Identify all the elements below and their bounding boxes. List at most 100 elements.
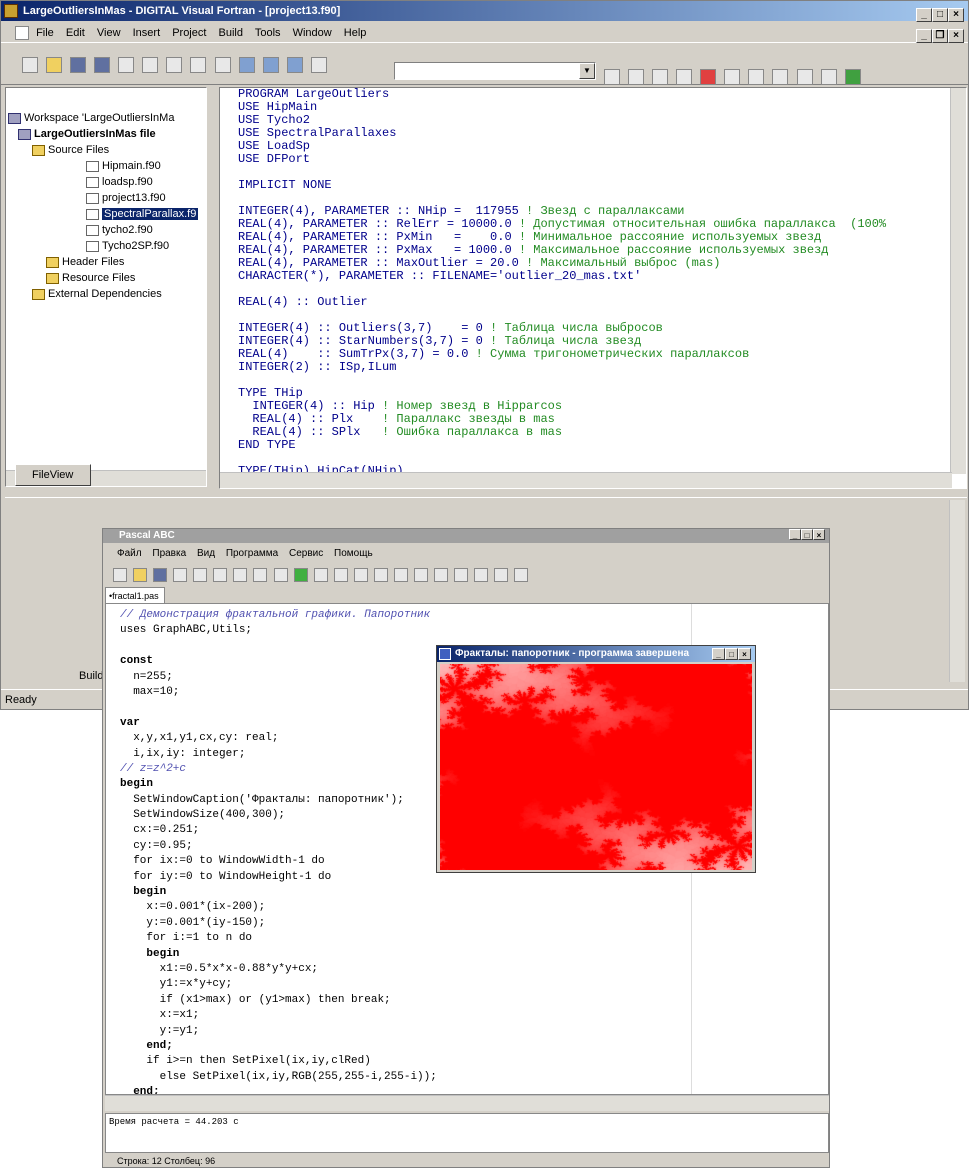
pabc-status-bar: Строка: 12 Столбец: 96 <box>117 1156 216 1166</box>
go-icon[interactable] <box>748 69 765 85</box>
watch-icon[interactable] <box>393 568 408 582</box>
tab-build[interactable]: Build <box>35 667 103 685</box>
menu-edit[interactable]: Правка <box>152 548 186 559</box>
menu-edit[interactable]: Edit <box>66 27 85 39</box>
workspace-icon[interactable] <box>238 57 255 73</box>
pabc-titlebar[interactable]: Pascal ABC _ □ × <box>103 529 829 543</box>
menu-help[interactable]: Help <box>344 27 367 39</box>
run-icon[interactable] <box>293 568 308 582</box>
pascal-hscrollbar[interactable] <box>105 1095 829 1111</box>
f90-icon[interactable] <box>796 69 813 85</box>
vf-titlebar[interactable]: LargeOutliersInMas - DIGITAL Visual Fort… <box>1 1 968 22</box>
find-icon[interactable] <box>604 69 620 85</box>
chevron-down-icon[interactable]: ▼ <box>579 63 595 79</box>
hand-icon[interactable] <box>772 69 789 85</box>
close-icon[interactable]: × <box>813 529 825 540</box>
menu-view[interactable]: Вид <box>197 548 215 559</box>
new-file-icon[interactable] <box>22 57 38 73</box>
tree-file-project13[interactable]: project13.f90 <box>86 190 166 206</box>
tree-file-tycho2[interactable]: tycho2.f90 <box>86 222 153 238</box>
doc-restore-icon[interactable]: ❐ <box>932 29 948 43</box>
step-over-icon[interactable] <box>333 568 348 582</box>
menu-build[interactable]: Build <box>219 27 243 39</box>
menu-service[interactable]: Сервис <box>289 548 323 559</box>
stop-build-icon[interactable] <box>676 69 693 85</box>
maximize-icon[interactable]: □ <box>801 529 813 540</box>
minimize-icon[interactable]: _ <box>712 648 725 660</box>
tree-file-hipmain[interactable]: Hipmain.f90 <box>86 158 161 174</box>
tree-file-loadsp[interactable]: loadsp.f90 <box>86 174 153 190</box>
new-file-icon[interactable] <box>113 568 127 582</box>
tab-fileview[interactable]: FileView <box>15 464 91 486</box>
tab-fractal1[interactable]: •fractal1.pas <box>105 587 165 603</box>
save-all-icon[interactable] <box>94 57 111 73</box>
save-icon[interactable] <box>153 568 168 582</box>
menu-view[interactable]: View <box>97 27 121 39</box>
form-icon[interactable] <box>434 568 448 582</box>
open-icon[interactable] <box>46 57 63 73</box>
menu-program[interactable]: Программа <box>226 548 278 559</box>
step-out-icon[interactable] <box>373 568 388 582</box>
find-in-files-icon[interactable] <box>310 57 327 73</box>
tree-project[interactable]: LargeOutliersInMas file <box>18 126 156 142</box>
maximize-icon[interactable]: □ <box>932 8 948 22</box>
minimize-icon[interactable]: _ <box>789 529 801 540</box>
tree-icon[interactable] <box>844 69 861 85</box>
wizard-icon[interactable] <box>820 69 837 85</box>
redo-icon[interactable] <box>273 568 288 582</box>
menu-project[interactable]: Project <box>172 27 206 39</box>
copy-icon[interactable] <box>142 57 159 73</box>
cut-icon[interactable] <box>193 568 208 582</box>
undo-icon[interactable] <box>190 57 207 73</box>
menu-help[interactable]: Помощь <box>334 548 373 559</box>
copy-icon[interactable] <box>213 568 228 582</box>
stop-icon[interactable] <box>313 568 328 582</box>
window-icon[interactable] <box>474 568 489 582</box>
tree-source-files[interactable]: Source Files <box>32 142 109 158</box>
maximize-icon[interactable]: □ <box>725 648 738 660</box>
close-icon[interactable]: × <box>948 8 964 22</box>
tree-file-tycho2sp[interactable]: Tycho2SP.f90 <box>86 238 169 254</box>
doc-close-icon[interactable]: × <box>948 29 964 43</box>
close-icon[interactable]: × <box>738 648 751 660</box>
tree-header-files[interactable]: Header Files <box>46 254 124 270</box>
redo-icon[interactable] <box>214 57 231 73</box>
fractal-titlebar[interactable]: Фракталы: папоротник - программа заверше… <box>437 646 755 662</box>
paste-icon[interactable] <box>166 57 183 73</box>
editor-hscrollbar[interactable] <box>220 472 952 488</box>
tree-resource-files[interactable]: Resource Files <box>46 270 135 286</box>
remove-icon[interactable] <box>454 568 469 582</box>
save-all-icon[interactable] <box>173 568 188 582</box>
paste-icon[interactable] <box>233 568 248 582</box>
find-combo[interactable]: ▼ <box>394 62 596 80</box>
output-icon[interactable] <box>262 57 279 73</box>
menu-file[interactable]: File <box>36 27 54 39</box>
tree-workspace[interactable]: Workspace 'LargeOutliersInMa <box>8 110 174 126</box>
cut-icon[interactable] <box>118 57 135 73</box>
tree-file-spectralparallax[interactable]: SpectralParallax.f9 <box>86 206 199 222</box>
window-list-icon[interactable] <box>286 57 303 73</box>
compile-icon[interactable] <box>628 69 645 85</box>
editor-vscrollbar[interactable] <box>950 88 966 474</box>
doc-minimize-icon[interactable]: _ <box>916 29 932 43</box>
menu-window[interactable]: Window <box>293 27 332 39</box>
minimize-icon[interactable]: _ <box>916 8 932 22</box>
window2-icon[interactable] <box>494 568 509 582</box>
build-icon[interactable] <box>652 69 669 85</box>
menu-file[interactable]: Файл <box>117 548 142 559</box>
tree-external-dependencies[interactable]: External Dependencies <box>32 286 162 302</box>
fortran-editor[interactable]: PROGRAM LargeOutliers USE HipMain USE Tych… <box>219 87 967 489</box>
save-icon[interactable] <box>70 57 87 73</box>
undo-icon[interactable] <box>253 568 268 582</box>
window3-icon[interactable] <box>514 568 529 582</box>
menu-insert[interactable]: Insert <box>133 27 161 39</box>
code-comment: ! Таблица числа выбросов <box>490 321 663 335</box>
output-window-icon[interactable] <box>413 568 428 582</box>
output-vscrollbar[interactable] <box>949 500 965 682</box>
execute-icon[interactable] <box>700 69 717 85</box>
open-icon[interactable] <box>133 568 148 582</box>
code-text: begin <box>120 886 167 899</box>
step-into-icon[interactable] <box>353 568 368 582</box>
menu-tools[interactable]: Tools <box>255 27 281 39</box>
insert-breakpoint-icon[interactable] <box>724 69 741 85</box>
